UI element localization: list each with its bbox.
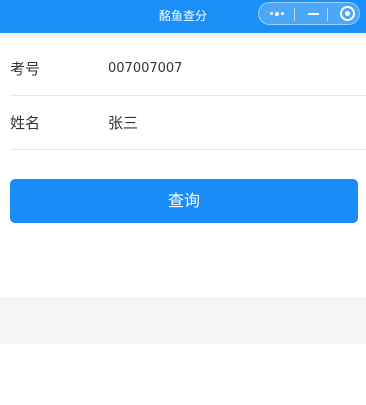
name-label: 姓名 [10, 114, 41, 132]
footer-band [0, 298, 366, 344]
capsule-divider [294, 8, 295, 21]
mini-program-capsule [258, 2, 360, 25]
name-row: 姓名 张三 [10, 96, 366, 150]
navigation-bar: 酩鱼查分 [0, 0, 366, 33]
navbar-shadow [0, 33, 366, 41]
target-close-icon[interactable] [340, 6, 355, 21]
exam-number-input[interactable]: 007007007 [108, 42, 182, 96]
minimize-icon[interactable] [308, 13, 319, 15]
name-input[interactable]: 张三 [108, 96, 138, 150]
query-button[interactable]: 查询 [10, 179, 358, 223]
exam-number-label: 考号 [10, 60, 41, 78]
divider [10, 149, 366, 150]
capsule-divider [327, 8, 328, 21]
exam-number-row: 考号 007007007 [10, 42, 366, 96]
more-dots-icon[interactable] [266, 3, 288, 24]
